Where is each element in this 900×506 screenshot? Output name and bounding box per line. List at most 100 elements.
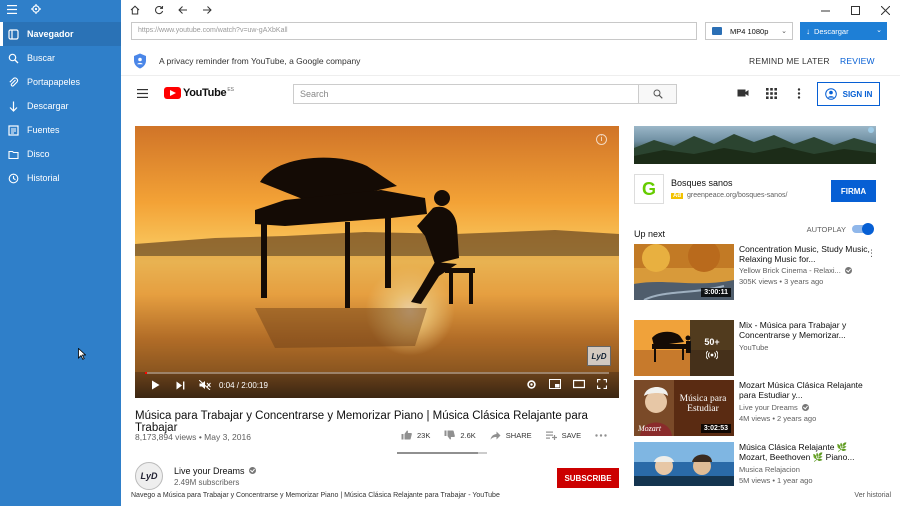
url-toolbar: https://www.youtube.com/watch?v=uw-gAXbK… <box>131 22 891 42</box>
like-button[interactable]: 23K <box>401 430 430 440</box>
share-arrow-icon <box>490 431 501 440</box>
advertiser-logo[interactable]: G <box>634 174 664 204</box>
download-button[interactable]: ↓ Descargar ⌄ <box>800 22 887 40</box>
video-channel: Yellow Brick Cinema - Relaxi... <box>739 266 841 275</box>
mouse-cursor-icon <box>78 348 86 360</box>
sidebar-item-disco[interactable]: Disco <box>0 142 121 166</box>
video-thumbnail[interactable]: Música para Estudiar Mozart 3:02:53 <box>634 380 734 436</box>
video-meta: 8,173,894 views • May 3, 2016 <box>135 432 251 442</box>
sidebar-nav: Navegador Buscar Portapapeles Descargar … <box>0 22 121 190</box>
sidebar-item-portapapeles[interactable]: Portapapeles <box>0 70 121 94</box>
hamburger-menu-icon[interactable] <box>7 1 17 19</box>
remind-me-later-button[interactable]: REMIND ME LATER <box>749 56 830 66</box>
menu-icon[interactable] <box>137 89 148 98</box>
privacy-message: A privacy reminder from YouTube, a Googl… <box>159 55 361 66</box>
share-button[interactable]: SHARE <box>490 431 532 440</box>
maximize-button[interactable] <box>840 0 870 20</box>
sidebar-item-historial[interactable]: Historial <box>0 166 121 190</box>
ad-cta-button[interactable]: FIRMA <box>831 180 876 202</box>
browser-icon <box>8 28 19 40</box>
channel-avatar[interactable]: LyD <box>135 462 163 490</box>
settings-gear-icon[interactable] <box>31 1 41 19</box>
back-button[interactable] <box>171 0 195 20</box>
search-button[interactable] <box>639 84 677 104</box>
more-vertical-icon[interactable]: ⋮ <box>867 248 876 259</box>
ad-title[interactable]: Bosques sanos <box>671 178 733 188</box>
mix-overlay: 50+ <box>690 320 734 376</box>
info-icon[interactable]: i <box>596 134 607 145</box>
subscribe-button[interactable]: SUBSCRIBE <box>557 468 619 488</box>
sources-icon <box>8 124 19 136</box>
up-next-label: Up next <box>634 229 666 239</box>
sidebar-item-buscar[interactable]: Buscar <box>0 46 121 70</box>
window-controls <box>810 0 900 20</box>
up-next-item[interactable]: Música para Estudiar Mozart 3:02:53 Moza… <box>634 380 876 436</box>
ad-info-icon[interactable] <box>868 127 874 133</box>
more-horizontal-icon <box>595 433 607 437</box>
url-input[interactable]: https://www.youtube.com/watch?v=uw-gAXbK… <box>131 22 697 40</box>
forward-button[interactable] <box>195 0 219 20</box>
up-next-item[interactable]: Música Clásica Relajante 🌿 Mozart, Beeth… <box>634 442 876 498</box>
youtube-logo[interactable]: YouTube ES <box>164 87 234 99</box>
video-channel: Musica Relajacion <box>739 465 800 474</box>
download-arrow-icon: ↓ <box>806 26 810 36</box>
up-next-item[interactable]: 50+ Mix - Música para Trabajar y Concent… <box>634 320 876 376</box>
video-title[interactable]: Mozart Música Clásica Relajante para Est… <box>739 380 874 400</box>
volume-muted-icon[interactable] <box>199 380 211 390</box>
player-controls: 0:04 / 2:00:19 <box>135 372 619 398</box>
main-area: https://www.youtube.com/watch?v=uw-gAXbK… <box>121 0 900 506</box>
save-button[interactable]: SAVE <box>545 431 581 440</box>
dislike-button[interactable]: 2.6K <box>444 430 476 440</box>
up-next-item[interactable]: 3:00:11 Concentration Music, Study Music… <box>634 244 876 300</box>
sign-in-button[interactable]: SIGN IN <box>817 82 880 106</box>
sidebar-item-descargar[interactable]: Descargar <box>0 94 121 118</box>
close-button[interactable] <box>870 0 900 20</box>
autoplay-toggle[interactable] <box>852 223 874 235</box>
settings-gear-icon[interactable] <box>526 379 537 390</box>
verified-check-icon <box>801 404 809 411</box>
play-icon[interactable] <box>151 380 160 390</box>
broadcast-icon <box>706 350 718 359</box>
reload-button[interactable] <box>147 0 171 20</box>
composers-thumbnail <box>634 442 734 486</box>
youtube-play-icon <box>164 87 181 99</box>
video-channel-row: Live your Dreams <box>739 403 809 412</box>
video-title[interactable]: Concentration Music, Study Music, Relaxi… <box>739 244 874 264</box>
minimize-button[interactable] <box>810 0 840 20</box>
thumbnail-caption: Música para Estudiar <box>679 394 727 414</box>
channel-watermark[interactable]: LyD <box>587 346 611 366</box>
sidebar-item-label: Descargar <box>27 101 69 111</box>
video-thumbnail[interactable]: 50+ <box>634 320 734 376</box>
home-button[interactable] <box>123 0 147 20</box>
video-title[interactable]: Música Clásica Relajante 🌿 Mozart, Beeth… <box>739 442 874 462</box>
channel-name[interactable]: Live your Dreams <box>174 466 245 476</box>
create-video-icon[interactable] <box>737 88 749 98</box>
search-input[interactable]: Search <box>293 84 639 104</box>
more-actions-button[interactable] <box>595 433 607 437</box>
download-arrow-icon <box>9 101 18 112</box>
video-title[interactable]: Mix - Música para Trabajar y Concentrars… <box>739 320 874 340</box>
video-thumbnail[interactable] <box>634 442 734 486</box>
format-select[interactable]: MP4 1080p ⌄ <box>705 22 793 40</box>
video-thumbnail[interactable]: 3:00:11 <box>634 244 734 300</box>
sidebar-item-label: Navegador <box>27 29 74 39</box>
fullscreen-icon[interactable] <box>597 379 607 389</box>
minimize-icon <box>820 10 830 11</box>
like-count: 23K <box>417 430 431 440</box>
chevron-down-icon: ⌄ <box>876 27 882 34</box>
video-channel-row: Yellow Brick Cinema - Relaxi... <box>739 266 852 275</box>
sidebar-item-label: Fuentes <box>27 125 60 135</box>
ad-banner-image[interactable] <box>634 126 876 164</box>
miniplayer-icon[interactable] <box>549 379 561 389</box>
upload-date: May 3, 2016 <box>204 432 251 442</box>
sidebar-item-navegador[interactable]: Navegador <box>0 22 121 46</box>
shield-icon <box>134 53 146 68</box>
theater-mode-icon[interactable] <box>573 379 585 389</box>
sidebar-item-fuentes[interactable]: Fuentes <box>0 118 121 142</box>
skip-next-icon[interactable] <box>176 381 185 390</box>
video-player[interactable]: i LyD 0:04 / 2:00:19 <box>135 126 619 398</box>
more-vertical-icon[interactable] <box>797 88 801 99</box>
review-button[interactable]: REVIEW <box>840 56 875 66</box>
ad-card: G Bosques sanos Ad greenpeace.org/bosque… <box>634 172 876 208</box>
apps-grid-icon[interactable] <box>766 88 777 99</box>
